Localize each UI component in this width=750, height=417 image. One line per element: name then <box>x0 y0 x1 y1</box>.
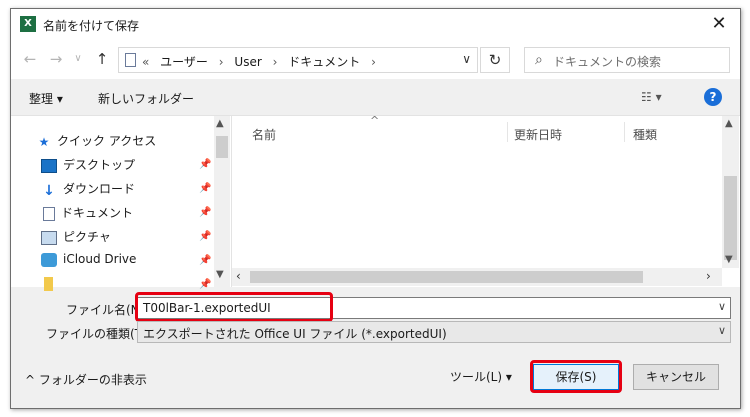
icloud-icon <box>41 252 57 267</box>
breadcrumb-separator[interactable]: › <box>219 55 224 69</box>
sidebar-item-documents[interactable]: ドキュメント 📌 <box>41 204 211 226</box>
document-icon <box>43 206 55 221</box>
column-header-modified[interactable]: 更新日時 <box>514 126 562 143</box>
organize-button[interactable]: 整理 ▾ <box>29 90 63 107</box>
sidebar-scrollbar[interactable]: ▲ ▼ <box>214 116 230 288</box>
up-arrow-icon[interactable]: ↑ <box>93 50 111 68</box>
filetype-select[interactable]: エクスポートされた Office UI ファイル (*.exportedUI) … <box>137 321 731 343</box>
breadcrumb: « ユーザー › User › ドキュメント › <box>142 53 383 70</box>
file-list-vertical-scrollbar[interactable]: ▲ ▼ <box>722 116 739 268</box>
pin-icon[interactable]: 📌 <box>199 207 211 218</box>
refresh-button[interactable]: ↻ <box>480 47 510 73</box>
column-divider[interactable] <box>624 122 625 142</box>
scroll-up-icon[interactable]: ▲ <box>216 118 224 129</box>
scrollbar-thumb[interactable] <box>724 176 737 260</box>
address-bar[interactable]: « ユーザー › User › ドキュメント › ∨ <box>118 47 478 73</box>
file-list: ^ 名前 更新日時 種類 ▲ ▼ ‹ › <box>231 114 740 287</box>
column-divider[interactable] <box>507 122 508 142</box>
window-title: 名前を付けて保存 <box>43 19 140 33</box>
new-folder-button[interactable]: 新しいフォルダー <box>98 90 194 107</box>
cancel-button[interactable]: キャンセル <box>633 364 719 390</box>
star-icon: ★ <box>38 134 50 149</box>
sidebar-item-desktop[interactable]: デスクトップ 📌 <box>41 156 211 178</box>
sidebar-item-downloads[interactable]: ↓ ダウンロード 📌 <box>41 180 211 202</box>
scroll-right-icon[interactable]: › <box>706 269 711 283</box>
sidebar-item-folder[interactable]: 📌 <box>41 276 211 298</box>
save-button[interactable]: 保存(S) <box>533 364 619 390</box>
hide-folders-button[interactable]: ^ フォルダーの非表示 <box>25 371 147 388</box>
breadcrumb-separator[interactable]: › <box>273 55 278 69</box>
close-button[interactable]: ✕ <box>708 14 730 34</box>
pin-icon[interactable]: 📌 <box>199 231 211 242</box>
document-icon <box>125 53 136 67</box>
sidebar-item-icloud-drive[interactable]: iCloud Drive 📌 <box>41 252 211 274</box>
scroll-down-icon[interactable]: ▼ <box>216 269 224 280</box>
title-bar: X 名前を付けて保存 ✕ <box>11 9 740 39</box>
scroll-left-icon[interactable]: ‹ <box>236 269 241 283</box>
scrollbar-thumb[interactable] <box>216 136 228 158</box>
navigation-bar: ← → ∨ ↑ « ユーザー › User › ドキュメント › ∨ ↻ ⌕ ド… <box>11 39 740 79</box>
pin-icon[interactable]: 📌 <box>199 183 211 194</box>
breadcrumb-documents[interactable]: ドキュメント <box>288 55 360 69</box>
save-as-dialog: X 名前を付けて保存 ✕ ← → ∨ ↑ « ユーザー › User › ドキュ… <box>10 8 741 409</box>
desktop-icon <box>41 158 57 173</box>
back-arrow-icon[interactable]: ← <box>21 50 39 68</box>
download-icon: ↓ <box>43 182 55 199</box>
column-header-type[interactable]: 種類 <box>633 126 657 143</box>
folder-icon <box>44 276 53 291</box>
sort-ascending-icon: ^ <box>370 114 380 127</box>
forward-arrow-icon[interactable]: → <box>47 50 65 68</box>
sidebar-item-pictures[interactable]: ピクチャ 📌 <box>41 228 211 250</box>
excel-icon: X <box>20 16 36 32</box>
chevron-down-icon[interactable]: ∨ <box>718 324 726 337</box>
filename-value[interactable]: T00lBar-1.exportedUI <box>143 301 271 315</box>
sidebar-item-quick-access[interactable]: ★ クイック アクセス <box>37 132 157 154</box>
breadcrumb-separator[interactable]: › <box>371 55 376 69</box>
help-icon[interactable]: ? <box>704 88 722 106</box>
breadcrumb-overflow[interactable]: « <box>142 55 149 69</box>
file-list-horizontal-scrollbar[interactable]: ‹ › <box>232 268 722 286</box>
search-placeholder: ドキュメントの検索 <box>553 55 662 69</box>
breadcrumb-users[interactable]: ユーザー <box>160 55 208 69</box>
tools-dropdown[interactable]: ツール(L) ▾ <box>450 368 512 385</box>
filetype-label: ファイルの種類(T): <box>46 327 151 341</box>
column-header-name[interactable]: 名前 <box>252 126 276 143</box>
navigation-pane: ★ クイック アクセス デスクトップ 📌 ↓ ダウンロード 📌 ドキュメント 📌 ピ… <box>11 115 231 291</box>
pin-icon[interactable]: 📌 <box>199 255 211 266</box>
filename-field[interactable]: T00lBar-1.exportedUI ∨ <box>137 297 731 319</box>
command-bar: 整理 ▾ 新しいフォルダー ☷ ▾ ? <box>11 79 740 115</box>
pin-icon[interactable]: 📌 <box>199 279 211 290</box>
scroll-up-icon[interactable]: ▲ <box>725 118 733 129</box>
chevron-down-icon[interactable]: ∨ <box>462 52 471 66</box>
pin-icon[interactable]: 📌 <box>199 159 211 170</box>
chevron-down-icon[interactable]: ∨ <box>718 300 726 313</box>
filetype-value: エクスポートされた Office UI ファイル (*.exportedUI) <box>143 327 447 341</box>
recent-locations-icon[interactable]: ∨ <box>69 53 87 64</box>
search-input[interactable]: ⌕ ドキュメントの検索 <box>524 47 730 73</box>
scroll-down-icon[interactable]: ▼ <box>725 254 733 265</box>
pictures-icon <box>41 230 57 245</box>
breadcrumb-user[interactable]: User <box>234 55 261 69</box>
view-options-button[interactable]: ☷ ▾ <box>641 90 662 104</box>
scrollbar-thumb[interactable] <box>250 271 643 283</box>
search-icon: ⌕ <box>535 52 543 68</box>
